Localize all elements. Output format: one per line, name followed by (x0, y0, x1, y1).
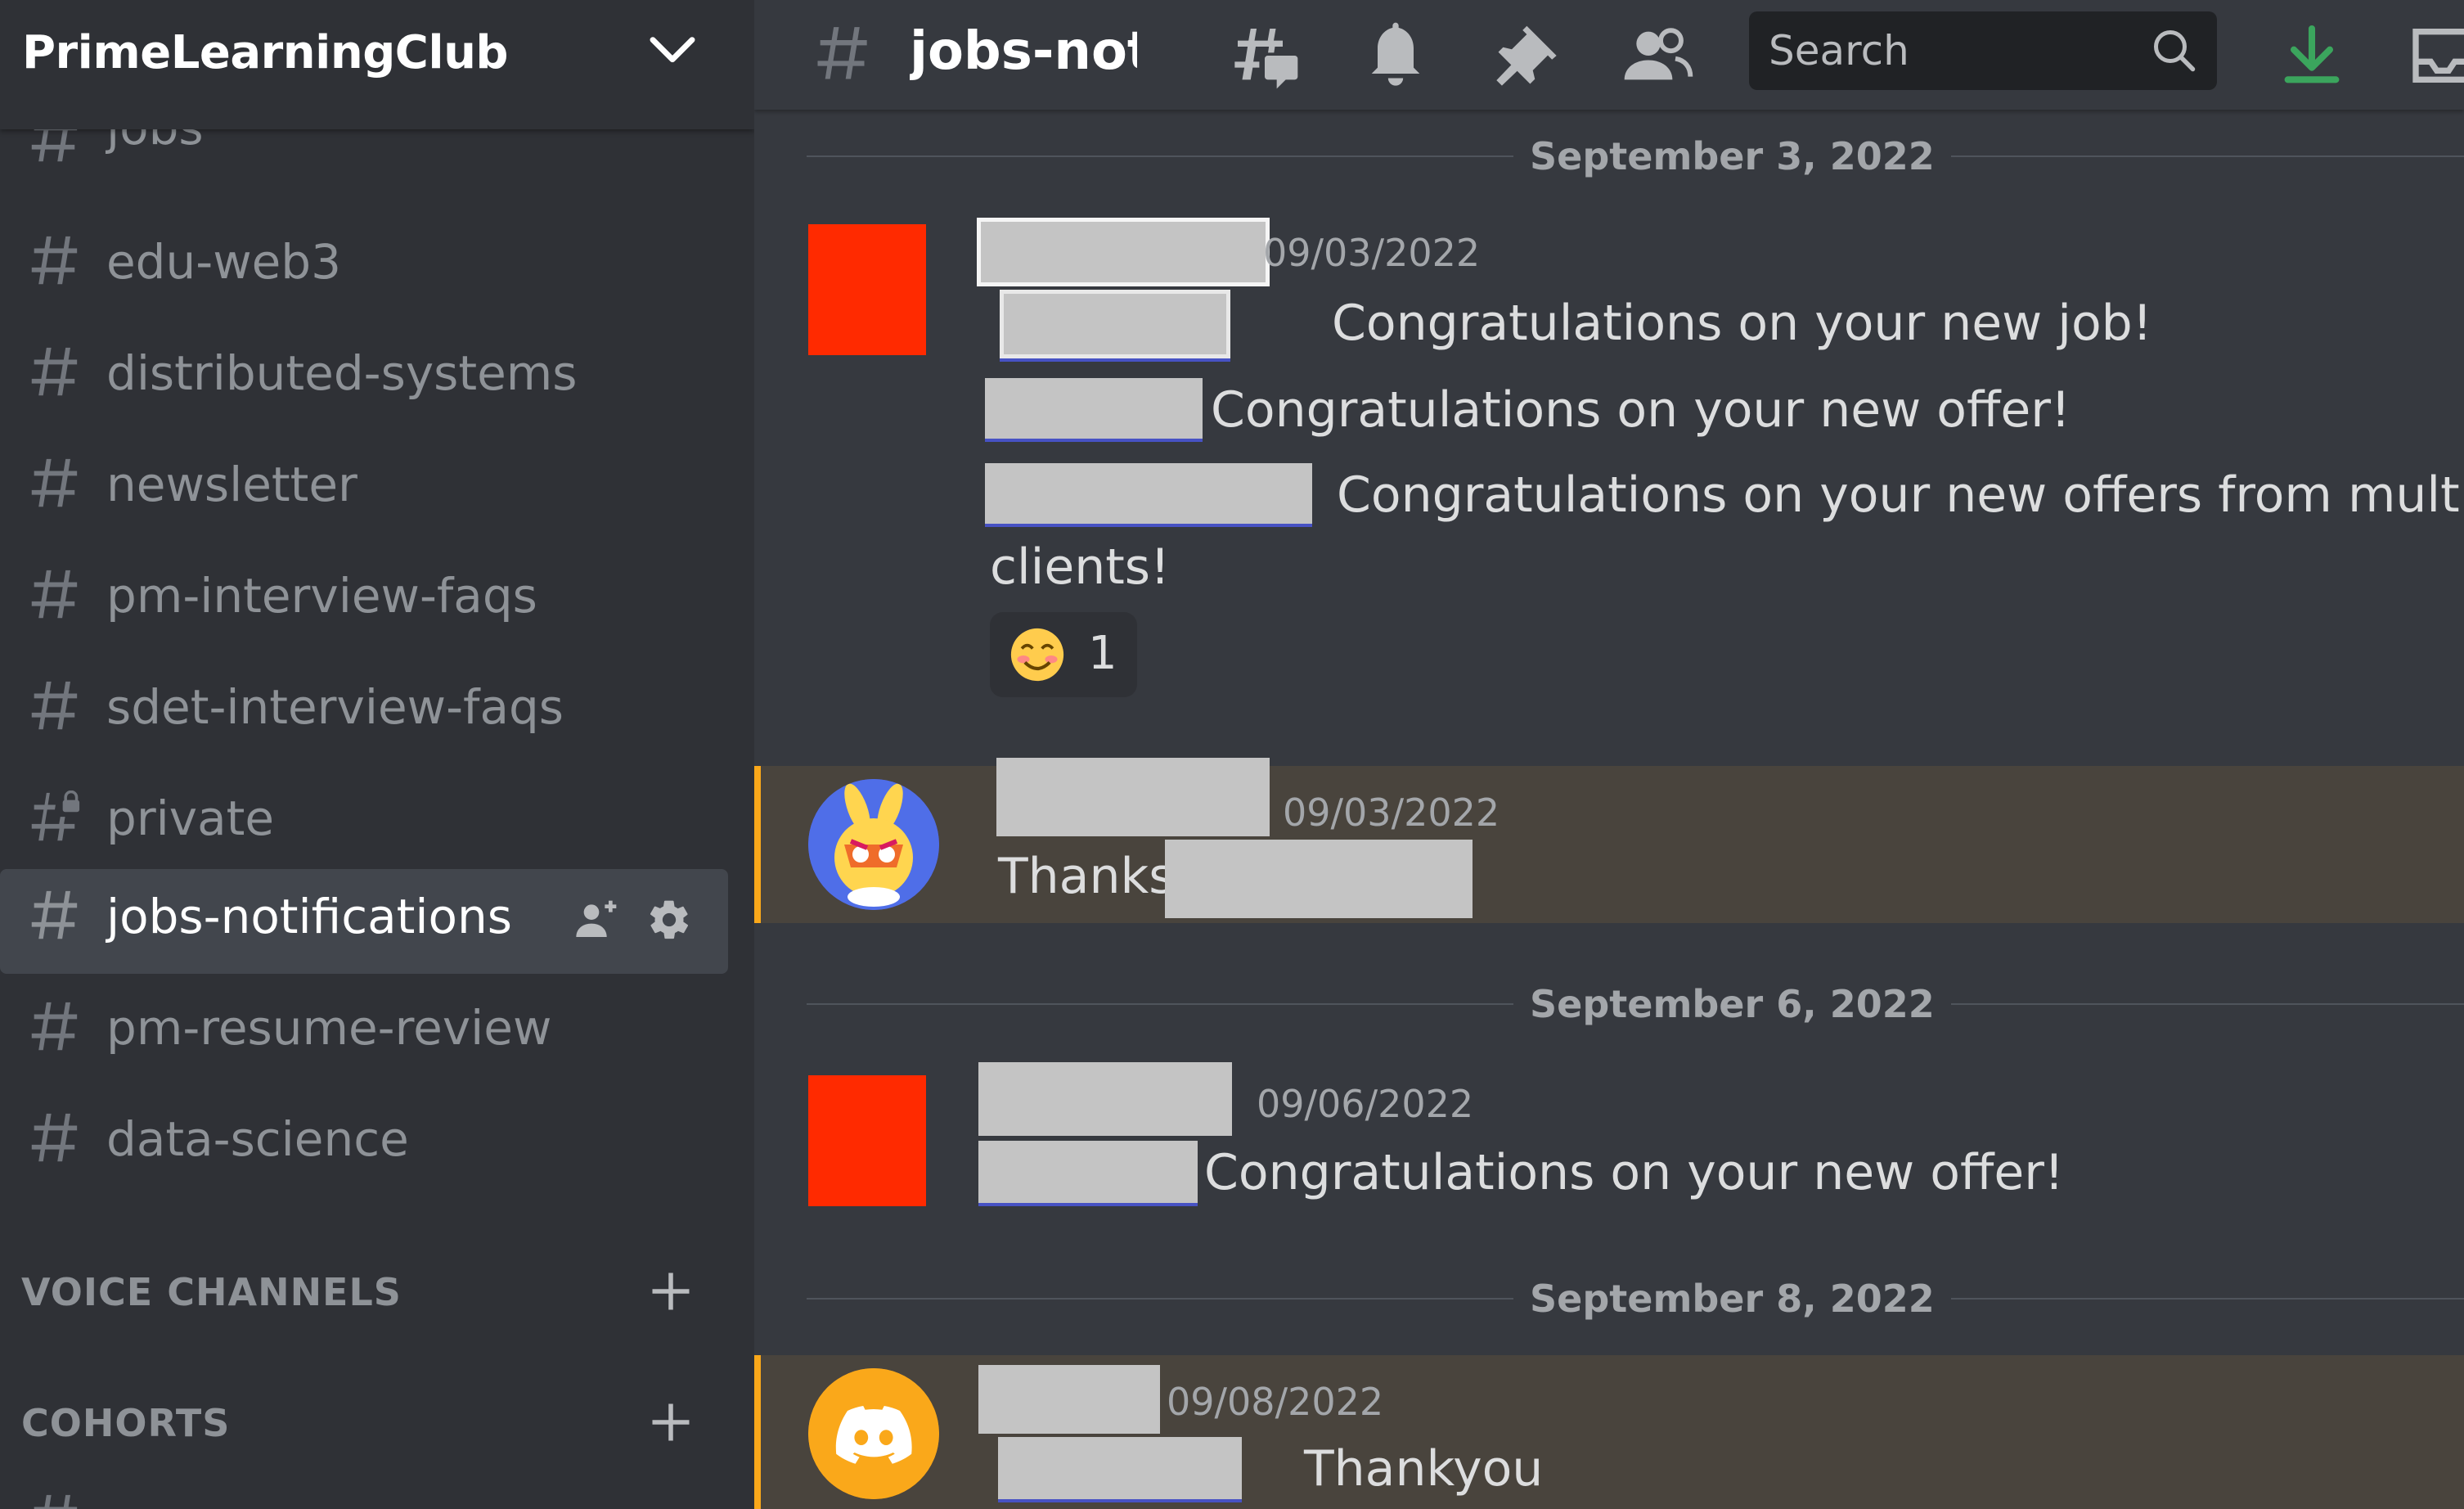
channel-newsletter[interactable]: newsletter (0, 437, 728, 542)
redacted-username[interactable] (996, 758, 1270, 836)
message-text: clients! (990, 538, 1171, 596)
avatar[interactable] (808, 224, 926, 355)
bell-icon[interactable] (1360, 20, 1432, 92)
date-divider-label: September 3, 2022 (1513, 134, 1951, 178)
date-divider: September 6, 2022 (807, 979, 2464, 1028)
blush-emoji-icon (1010, 628, 1064, 682)
add-channel-icon[interactable] (646, 1267, 695, 1316)
message-timestamp: 09/03/2022 (1283, 791, 1500, 835)
date-divider: September 3, 2022 (807, 131, 2464, 180)
channel-title: jobs-notifications (910, 21, 1137, 82)
message-text: Thanks (998, 848, 1175, 905)
channel-header: jobs-notifications (754, 0, 2464, 110)
add-channel-icon[interactable] (646, 1398, 695, 1447)
reaction-count: 1 (1088, 627, 1117, 680)
discord-logo-icon (808, 1368, 939, 1499)
channel-jobs-notifications[interactable]: jobs-notifications (0, 869, 728, 974)
server-header[interactable]: PrimeLearningClub (0, 0, 754, 129)
redacted-username[interactable] (978, 1365, 1160, 1434)
date-divider-label: September 8, 2022 (1513, 1277, 1951, 1321)
inbox-icon[interactable] (2407, 20, 2464, 92)
hash-icon (31, 347, 78, 396)
channel-label: data-science (106, 1111, 409, 1167)
message-timestamp: 09/03/2022 (1263, 231, 1481, 275)
message-group-highlighted[interactable]: 09/08/2022 Thankyou (754, 1355, 2464, 1509)
hash-icon (34, 1494, 78, 1509)
hash-icon (31, 1002, 78, 1051)
download-icon[interactable] (2276, 20, 2348, 92)
redacted-mention[interactable] (1165, 840, 1473, 918)
message-text: Thankyou (1304, 1440, 1544, 1498)
message-text: Congratulations on your new offers from … (1337, 466, 2464, 524)
channel-pm-resume-review[interactable]: pm-resume-review (0, 980, 728, 1085)
message-group-highlighted[interactable]: 09/03/2022 Thanks (754, 758, 2464, 923)
hash-icon (31, 458, 78, 507)
hash-icon (817, 27, 867, 79)
message-group[interactable]: 09/06/2022 Congratulations on your new o… (754, 1051, 2464, 1214)
redacted-mention[interactable] (985, 378, 1203, 439)
bunny-avatar-icon (808, 779, 939, 910)
avatar[interactable] (808, 779, 939, 910)
invite-member-icon[interactable] (574, 897, 620, 943)
avatar[interactable] (808, 1075, 926, 1206)
message-timestamp: 09/06/2022 (1257, 1082, 1474, 1126)
redacted-username[interactable] (977, 218, 1270, 286)
channel-cohort-partial[interactable] (0, 1473, 728, 1509)
date-divider-label: September 6, 2022 (1513, 982, 1951, 1026)
category-label: VOICE CHANNELS (21, 1270, 402, 1314)
hash-icon (31, 570, 78, 619)
channel-label: jobs-notifications (106, 889, 512, 944)
discord-window: jobs edu-web3 distributed-systems newsle… (0, 0, 2464, 1509)
search-input[interactable] (1769, 23, 2120, 79)
category-cohorts[interactable]: COHORTS (0, 1385, 754, 1458)
message-text: Congratulations on your new offer! (1204, 1144, 2064, 1201)
hash-icon (31, 236, 78, 285)
hash-icon (31, 890, 78, 939)
search-bar[interactable] (1749, 11, 2217, 90)
redacted-mention[interactable] (998, 1437, 1242, 1499)
redacted-mention[interactable] (978, 1141, 1198, 1203)
category-label: COHORTS (21, 1401, 231, 1445)
reaction-button[interactable]: 1 (990, 612, 1137, 697)
channel-label: edu-web3 (106, 234, 342, 290)
channel-label: private (106, 791, 275, 846)
message-group[interactable]: 09/03/2022 Congratulations on your new j… (754, 205, 2464, 712)
message-text: Congratulations on your new offer! (1211, 381, 2071, 439)
channel-label: pm-resume-review (106, 1000, 552, 1056)
channel-data-science[interactable]: data-science (0, 1092, 728, 1196)
threads-icon[interactable] (1229, 20, 1301, 92)
channel-sdet-interview-faqs[interactable]: sdet-interview-faqs (0, 660, 728, 764)
redacted-username[interactable] (978, 1062, 1232, 1136)
channel-edu-web3[interactable]: edu-web3 (0, 214, 728, 319)
channel-distributed-systems[interactable]: distributed-systems (0, 326, 728, 430)
message-text: Congratulations on your new job! (1332, 295, 2152, 352)
channel-sidebar: jobs edu-web3 distributed-systems newsle… (0, 0, 754, 1509)
channel-label: distributed-systems (106, 345, 578, 401)
redacted-mention[interactable] (1000, 290, 1230, 358)
channel-private[interactable]: private (0, 771, 728, 876)
channel-pm-interview-faqs[interactable]: pm-interview-faqs (0, 548, 728, 653)
avatar[interactable] (808, 1368, 939, 1499)
members-icon[interactable] (1621, 20, 1693, 92)
category-voice-channels[interactable]: VOICE CHANNELS (0, 1254, 754, 1327)
date-divider: September 8, 2022 (807, 1273, 2464, 1322)
message-timestamp: 09/08/2022 (1167, 1380, 1384, 1424)
message-list: September 3, 2022 09/03/2022 Congratulat… (754, 0, 2464, 1509)
search-icon[interactable] (2150, 26, 2199, 75)
hash-icon (31, 1113, 78, 1162)
private-hash-icon (31, 791, 80, 841)
hash-icon (31, 681, 78, 730)
channel-label: pm-interview-faqs (106, 568, 537, 624)
channel-label: sdet-interview-faqs (106, 679, 564, 735)
chevron-down-icon[interactable] (646, 31, 699, 70)
channel-label: newsletter (106, 457, 357, 512)
redacted-mention[interactable] (985, 463, 1312, 524)
pin-icon[interactable] (1491, 20, 1562, 92)
gear-icon[interactable] (646, 897, 692, 943)
channel-list: jobs edu-web3 distributed-systems newsle… (0, 0, 754, 1509)
server-name: PrimeLearningClub (22, 26, 509, 79)
